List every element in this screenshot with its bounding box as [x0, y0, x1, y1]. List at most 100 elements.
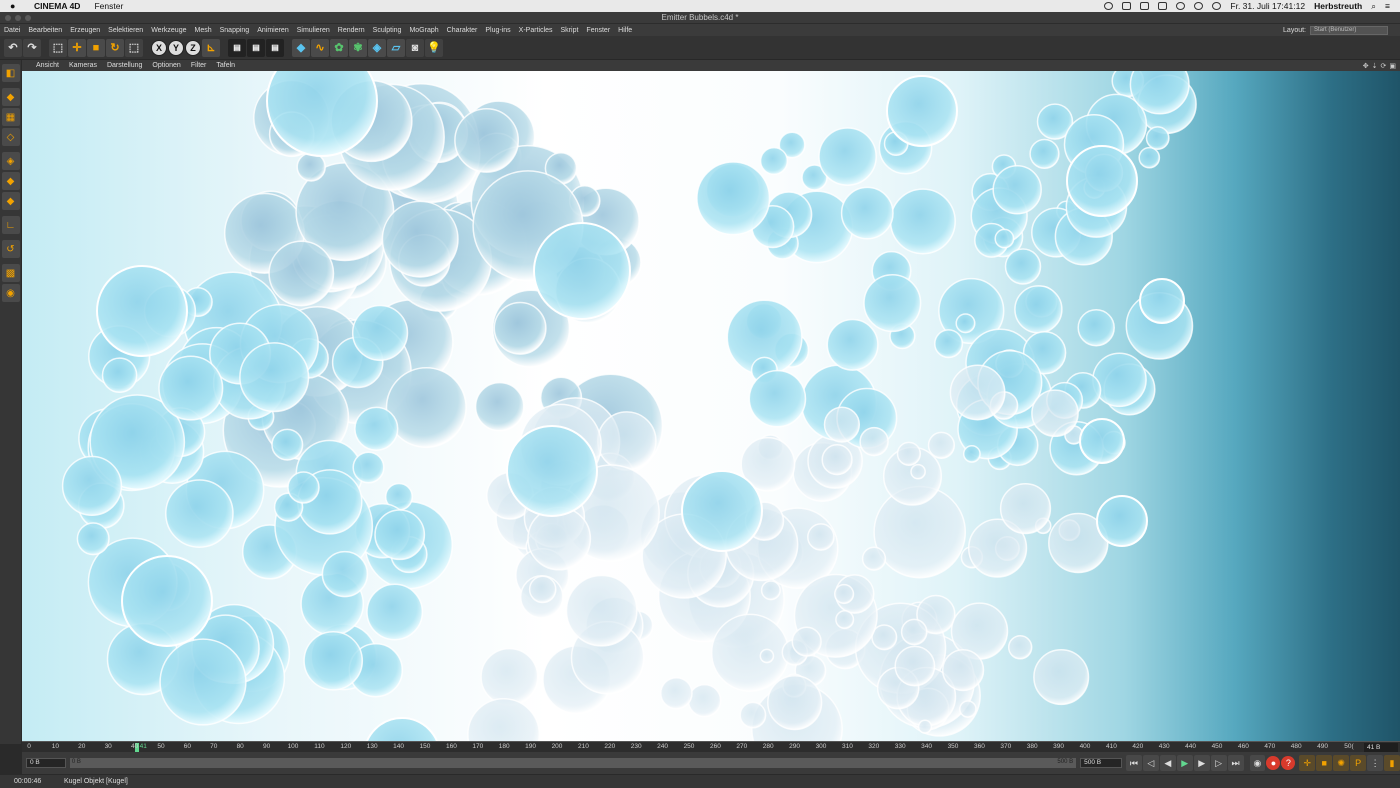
view-menu-darstellung[interactable]: Darstellung [102, 62, 147, 69]
menu-bearbeiten[interactable]: Bearbeiten [24, 27, 66, 34]
render-settings-icon[interactable]: ▤ [266, 38, 284, 57]
light-icon[interactable]: 💡 [425, 38, 443, 57]
menu-rendern[interactable]: Rendern [334, 27, 369, 34]
view-menu-kameras[interactable]: Kameras [64, 62, 102, 69]
min-frame-field[interactable]: 0 B [26, 758, 66, 768]
menu-simulieren[interactable]: Simulieren [293, 27, 334, 34]
timeline-ruler[interactable]: 41 B 0 10 20 30 40 50 60 70 80 90 100 110 120 130 140 1… [22, 741, 1400, 752]
workplane-icon[interactable]: ◇ [1, 128, 20, 146]
wifi-icon[interactable] [1212, 2, 1222, 10]
tweak-mode-icon[interactable]: ↺ [1, 240, 20, 258]
notification-icon[interactable]: ≡ [1385, 1, 1390, 11]
display-icon[interactable] [1158, 2, 1168, 10]
view-menu-tafeln[interactable]: Tafeln [211, 62, 240, 69]
scale-tool-icon[interactable]: ■ [87, 38, 105, 57]
redo-icon[interactable]: ↷ [23, 38, 41, 57]
previous-key-icon[interactable]: ◁ [1142, 755, 1159, 771]
view-menu-optionen[interactable]: Optionen [147, 62, 185, 69]
record-icon[interactable]: ◉ [1249, 755, 1266, 771]
previous-frame-icon[interactable]: ◀ [1159, 755, 1176, 771]
menu-erzeugen[interactable]: Erzeugen [66, 27, 104, 34]
maximize-view-icon[interactable]: ▣ [1389, 62, 1396, 70]
make-editable-icon[interactable]: ◧ [1, 64, 20, 82]
rotate-tool-icon[interactable]: ↻ [106, 38, 124, 57]
dropbox-icon[interactable] [1122, 2, 1132, 10]
y-axis-lock-button[interactable]: Y [168, 39, 184, 56]
volume-icon[interactable] [1194, 2, 1204, 10]
render-picture-viewer-icon[interactable]: ▤ [247, 38, 265, 57]
texture-mode-icon[interactable]: ▦ [1, 108, 20, 126]
layout-dropdown[interactable]: Start (Benutzer) [1310, 25, 1388, 35]
apple-icon[interactable]: ● [10, 1, 20, 11]
array-icon[interactable]: ✾ [349, 38, 367, 57]
close-window-button[interactable] [5, 15, 11, 21]
3d-viewport[interactable] [22, 71, 1400, 741]
edges-mode-icon[interactable]: ◆ [1, 172, 20, 190]
menu-x-particles[interactable]: X-Particles [515, 27, 557, 34]
go-to-end-icon[interactable]: ⏭ [1227, 755, 1244, 771]
user-name[interactable]: Herbstreuth [1314, 1, 1362, 11]
go-to-start-icon[interactable]: ⏮ [1125, 755, 1142, 771]
undo-icon[interactable]: ↶ [4, 38, 22, 57]
preview-range-slider[interactable]: 0 B 500 B [69, 758, 1077, 768]
snap-icon[interactable]: ▩ [1, 264, 20, 282]
model-mode-icon[interactable]: ◆ [1, 88, 20, 106]
menu-werkzeuge[interactable]: Werkzeuge [147, 27, 190, 34]
deformer-icon[interactable]: ◈ [368, 38, 386, 57]
creative-cloud-icon[interactable] [1104, 2, 1114, 10]
app-menu[interactable]: CINEMA 4D [34, 1, 80, 11]
record-active-icon[interactable]: ● [1266, 756, 1281, 770]
key-position-icon[interactable]: ✛ [1299, 755, 1316, 771]
menu-snapping[interactable]: Snapping [216, 27, 254, 34]
minimize-window-button[interactable] [15, 15, 21, 21]
menu-selektieren[interactable]: Selektieren [104, 27, 147, 34]
floor-icon[interactable]: ▱ [387, 38, 405, 57]
recent-tools-icon[interactable]: ⬚ [125, 38, 143, 57]
menu-animieren[interactable]: Animieren [253, 27, 293, 34]
mac-menu-fenster[interactable]: Fenster [94, 1, 123, 11]
coordinate-system-icon[interactable]: ⊾ [202, 38, 220, 57]
view-menu-ansicht[interactable]: Ansicht [31, 62, 64, 69]
menu-hilfe[interactable]: Hilfe [614, 27, 636, 34]
sync-icon[interactable] [1140, 2, 1150, 10]
menu-skript[interactable]: Skript [557, 27, 583, 34]
lock-workplane-icon[interactable]: ◉ [1, 284, 20, 302]
polygons-mode-icon[interactable]: ◆ [1, 192, 20, 210]
key-parameter-icon[interactable]: P [1350, 755, 1367, 771]
timeline-window-icon[interactable]: ▮ [1384, 755, 1400, 771]
play-icon[interactable]: ▶ [1176, 755, 1193, 771]
max-frame-field[interactable]: 500 B [1080, 758, 1122, 768]
menu-fenster[interactable]: Fenster [582, 27, 614, 34]
menu-mograph[interactable]: MoGraph [405, 27, 442, 34]
current-frame-field[interactable]: 41 B [1364, 743, 1398, 752]
menu-mesh[interactable]: Mesh [190, 27, 215, 34]
menu-plug-ins[interactable]: Plug-ins [481, 27, 514, 34]
points-mode-icon[interactable]: ◈ [1, 152, 20, 170]
clock[interactable]: Fr. 31. Juli 17:41:12 [1230, 1, 1305, 11]
spline-icon[interactable]: ∿ [311, 38, 329, 57]
subdivision-icon[interactable]: ✿ [330, 38, 348, 57]
spotlight-icon[interactable]: ⌕ [1371, 1, 1376, 12]
rotate-view-icon[interactable]: ⟳ [1381, 62, 1387, 70]
key-rotation-icon[interactable]: ✺ [1333, 755, 1350, 771]
key-pla-icon[interactable]: ⋮ [1367, 755, 1384, 771]
next-key-icon[interactable]: ▷ [1210, 755, 1227, 771]
render-view-icon[interactable]: ▤ [228, 38, 246, 57]
zoom-window-button[interactable] [25, 15, 31, 21]
time-machine-icon[interactable] [1176, 2, 1186, 10]
next-frame-icon[interactable]: ▶ [1193, 755, 1210, 771]
pan-view-icon[interactable]: ✥ [1363, 62, 1369, 70]
x-axis-lock-button[interactable]: X [151, 39, 167, 56]
menu-sculpting[interactable]: Sculpting [369, 27, 406, 34]
camera-icon[interactable]: ◙ [406, 38, 424, 57]
autokey-icon[interactable]: ? [1281, 756, 1296, 770]
view-menu-filter[interactable]: Filter [186, 62, 212, 69]
menu-charakter[interactable]: Charakter [443, 27, 482, 34]
cube-object-icon[interactable]: ◆ [292, 38, 310, 57]
move-tool-icon[interactable]: ✛ [68, 38, 86, 57]
zoom-view-icon[interactable]: ⇣ [1372, 62, 1378, 70]
select-tool-icon[interactable]: ⬚ [49, 38, 67, 57]
z-axis-lock-button[interactable]: Z [185, 39, 201, 56]
axis-mode-icon[interactable]: ∟ [1, 216, 20, 234]
key-scale-icon[interactable]: ■ [1316, 755, 1333, 771]
